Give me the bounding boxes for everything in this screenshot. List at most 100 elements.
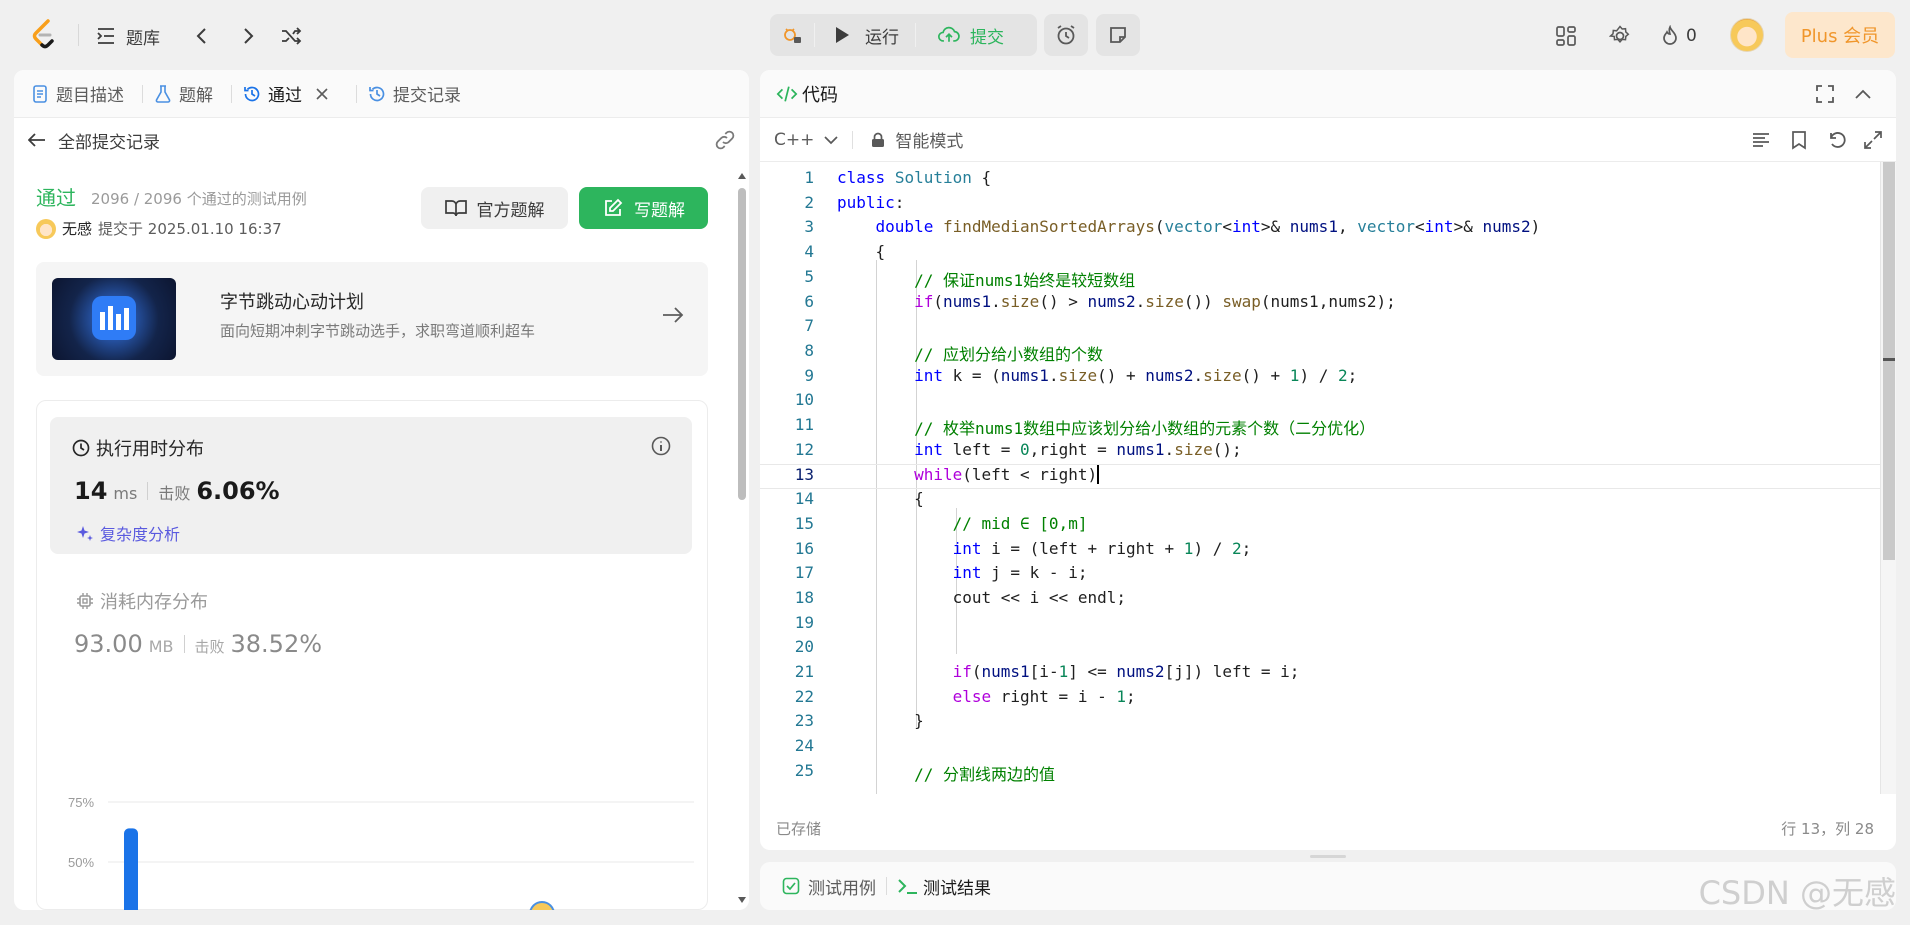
sparkle-icon bbox=[74, 522, 96, 544]
code-line: 1 class Solution { bbox=[804, 168, 992, 187]
format-icon[interactable] bbox=[1750, 129, 1772, 151]
expand-icon[interactable] bbox=[1862, 129, 1884, 151]
submit-time: 提交于 2025.01.10 16:37 bbox=[98, 220, 282, 238]
code-editor[interactable]: 1 class Solution { 2 public: 3 double find… bbox=[760, 162, 1880, 794]
promo-title: 字节跳动心动计划 bbox=[220, 292, 364, 313]
tab-testcase[interactable]: 测试用例 bbox=[780, 874, 876, 899]
fullscreen-icon[interactable] bbox=[1814, 83, 1836, 105]
value-divider bbox=[183, 635, 185, 653]
runtime-unit: ms bbox=[113, 484, 138, 503]
left-tab-bar: 题目描述 题解 通过 提交记录 bbox=[14, 70, 749, 118]
user-avatar[interactable] bbox=[1730, 18, 1764, 52]
runtime-distribution-chart: 75%50%25% bbox=[68, 795, 694, 910]
smart-mode-label: 智能模式 bbox=[895, 132, 964, 152]
all-submissions-link[interactable]: 全部提交记录 bbox=[14, 118, 749, 162]
submitter-name[interactable]: 无感 bbox=[62, 218, 92, 239]
code-line: 15 // mid ∈ [0,m] bbox=[794, 513, 1088, 533]
memory-beat-label: 击败 bbox=[194, 638, 225, 656]
tab-test-result[interactable]: 测试结果 bbox=[897, 874, 991, 899]
code-scrollbar[interactable] bbox=[1880, 162, 1896, 794]
scroll-thumb[interactable] bbox=[738, 188, 746, 500]
memory-title[interactable]: 消耗内存分布 bbox=[74, 588, 208, 614]
leetcode-logo[interactable] bbox=[30, 19, 58, 51]
testcase-count: 2096 / 2096 个通过的测试用例 bbox=[91, 190, 307, 208]
plus-member-button[interactable]: Plus 会员 bbox=[1785, 12, 1895, 58]
language-select[interactable]: C++ bbox=[774, 129, 842, 151]
arrow-left-icon bbox=[26, 129, 48, 151]
submit-button[interactable]: 提交 bbox=[916, 14, 1026, 56]
close-tab-icon[interactable] bbox=[312, 84, 332, 104]
reset-icon[interactable] bbox=[1826, 129, 1848, 151]
bug-lock-icon bbox=[781, 24, 803, 46]
test-result-label: 测试结果 bbox=[923, 878, 991, 899]
next-problem-button[interactable] bbox=[236, 22, 260, 50]
layout-button[interactable] bbox=[1552, 22, 1580, 50]
clock-icon bbox=[70, 437, 92, 459]
official-solution-button[interactable]: 官方题解 bbox=[421, 187, 568, 229]
flame-icon bbox=[1663, 25, 1677, 45]
promo-subtitle: 面向短期冲刺字节跳动选手，求职弯道顺利超车 bbox=[220, 322, 536, 340]
status-accepted: 通过 bbox=[36, 186, 76, 210]
cursor-position: 行 13，列 28 bbox=[1781, 819, 1874, 838]
left-scrollbar[interactable] bbox=[734, 170, 749, 910]
code-title: 代码 bbox=[776, 81, 838, 107]
run-button[interactable]: 运行 bbox=[815, 14, 915, 56]
code-line: 12 int left = 0,right = nums1.size(); bbox=[794, 439, 1242, 459]
chevron-right-icon bbox=[236, 24, 260, 48]
smart-mode-toggle[interactable]: 智能模式 bbox=[867, 127, 963, 152]
debug-button[interactable] bbox=[770, 14, 814, 56]
toolbar-divider bbox=[852, 130, 854, 149]
left-panel: 题目描述 题解 通过 提交记录 全部提交记录 通过 2096 / 2096 个通… bbox=[14, 70, 749, 910]
tab-submissions[interactable]: 提交记录 bbox=[367, 81, 461, 106]
complexity-analysis-link[interactable]: 复杂度分析 bbox=[74, 521, 180, 545]
timer-button[interactable] bbox=[1044, 14, 1088, 56]
terminal-icon bbox=[897, 875, 919, 897]
prev-problem-button[interactable] bbox=[190, 22, 214, 50]
note-icon bbox=[1107, 24, 1129, 46]
flask-icon bbox=[153, 84, 173, 104]
scroll-down-icon[interactable] bbox=[737, 896, 747, 904]
random-problem-button[interactable] bbox=[280, 22, 304, 50]
tab-description[interactable]: 题目描述 bbox=[30, 81, 124, 106]
code-line: 24 bbox=[794, 736, 814, 756]
info-icon[interactable] bbox=[650, 435, 672, 457]
tab-divider bbox=[231, 84, 232, 103]
shuffle-icon bbox=[280, 24, 304, 48]
streak-count: 0 bbox=[1686, 26, 1697, 46]
code-line: 2 public: bbox=[804, 192, 905, 212]
code-line: 4 { bbox=[804, 242, 886, 262]
scroll-up-icon[interactable] bbox=[737, 172, 747, 180]
tab-accepted[interactable]: 通过 bbox=[242, 81, 338, 106]
play-icon bbox=[831, 24, 853, 46]
promo-banner[interactable]: 字节跳动心动计划 面向短期冲刺字节跳动选手，求职弯道顺利超车 bbox=[36, 262, 708, 376]
memory-title-label: 消耗内存分布 bbox=[100, 592, 208, 613]
run-label: 运行 bbox=[865, 27, 899, 48]
write-solution-button[interactable]: 写题解 bbox=[579, 187, 708, 229]
code-icon bbox=[776, 83, 798, 105]
tab-solutions[interactable]: 题解 bbox=[153, 81, 213, 106]
save-status: 已存储 bbox=[776, 819, 822, 838]
tab-solutions-label: 题解 bbox=[179, 86, 213, 106]
chart-bar[interactable] bbox=[124, 828, 138, 910]
nav-divider bbox=[78, 24, 79, 46]
runtime-card[interactable]: 执行用时分布 14 ms 击败 6.06% 复杂度分析 bbox=[50, 417, 692, 554]
link-icon[interactable] bbox=[713, 128, 737, 152]
code-panel: 代码 C++ 智能模式 1 class Solution { 2 public: 3… bbox=[760, 70, 1896, 850]
code-line: 23 } bbox=[794, 711, 924, 731]
language-label: C++ bbox=[774, 129, 815, 150]
submitter-avatar bbox=[36, 218, 56, 239]
collapse-icon[interactable] bbox=[1852, 83, 1874, 105]
edit-icon bbox=[602, 197, 624, 219]
official-solution-label: 官方题解 bbox=[476, 200, 545, 221]
code-line: 16 int i = (left + right + 1) / 2; bbox=[794, 538, 1252, 558]
problem-list-button[interactable]: 题库 bbox=[94, 22, 160, 50]
panel-resize-handle[interactable] bbox=[1310, 855, 1346, 858]
notes-button[interactable] bbox=[1096, 14, 1140, 56]
lock-icon bbox=[867, 129, 889, 151]
code-line-current: 13 while(left < right) bbox=[760, 464, 1880, 490]
code-scroll-thumb[interactable] bbox=[1883, 162, 1895, 560]
settings-button[interactable] bbox=[1606, 22, 1634, 50]
streak-counter[interactable]: 0 bbox=[1660, 22, 1710, 50]
bookmark-icon[interactable] bbox=[1788, 129, 1810, 151]
code-line: 11 // 枚举nums1数组中应该划分给小数组的元素个数（二分优化） bbox=[794, 415, 1376, 438]
